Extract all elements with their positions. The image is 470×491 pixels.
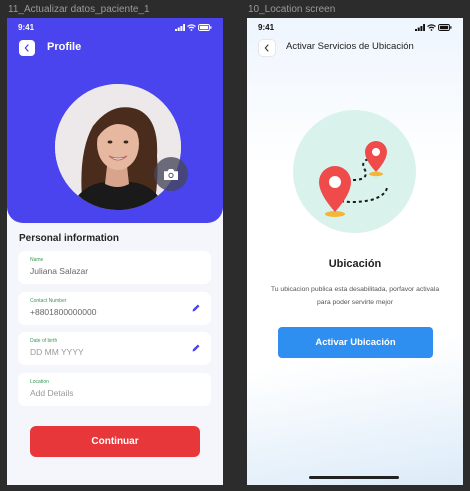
battery-icon — [438, 24, 452, 31]
status-time: 9:41 — [18, 23, 35, 32]
field-value: Juliana Salazar — [30, 266, 89, 276]
continue-button[interactable]: Continuar — [30, 426, 200, 457]
back-button[interactable] — [19, 40, 35, 56]
frame-label-right: 10_Location screen — [248, 4, 336, 15]
signal-icon — [175, 24, 185, 31]
avatar-photo — [55, 84, 181, 210]
field-label: Date of birth — [30, 338, 58, 344]
back-button[interactable] — [259, 40, 275, 56]
camera-icon — [164, 168, 178, 180]
profile-screen: 9:41 Profile Personal information Name J… — [7, 18, 223, 485]
location-description: Tu ubicacion publica esta desabilitada, … — [270, 286, 440, 306]
field-value: +8801800000000 — [30, 307, 97, 317]
home-indicator — [309, 476, 399, 479]
avatar — [55, 84, 181, 210]
contact-number-field[interactable]: Contact Number +8801800000000 — [18, 292, 211, 325]
section-title: Personal information — [19, 233, 120, 244]
wifi-icon — [187, 24, 196, 31]
field-placeholder: DD MM YYYY — [30, 347, 84, 357]
back-chevron-icon — [24, 44, 29, 52]
back-chevron-icon — [264, 44, 269, 52]
field-label: Location — [30, 379, 49, 385]
field-label: Name — [30, 257, 44, 263]
activate-location-button[interactable]: Activar Ubicación — [278, 327, 433, 358]
field-label: Contact Number — [30, 298, 67, 304]
wifi-icon — [427, 24, 436, 31]
pencil-icon[interactable] — [191, 343, 201, 353]
change-photo-button[interactable] — [154, 157, 188, 191]
page-title: Profile — [47, 41, 82, 53]
status-bar: 9:41 — [258, 23, 452, 33]
location-screen: 9:41 Activar Servicios de Ubicación Ubic… — [247, 18, 463, 485]
location-illustration — [293, 110, 416, 233]
name-field[interactable]: Name Juliana Salazar — [18, 251, 211, 284]
frame-label-left: 11_Actualizar datos_paciente_1 — [8, 4, 150, 15]
map-pin-icon — [319, 141, 388, 217]
signal-icon — [415, 24, 425, 31]
location-field[interactable]: Location Add Details — [18, 373, 211, 406]
profile-header: 9:41 Profile — [7, 18, 223, 223]
date-of-birth-field[interactable]: Date of birth DD MM YYYY — [18, 332, 211, 365]
status-bar: 9:41 — [18, 23, 212, 33]
status-time: 9:41 — [258, 23, 275, 32]
location-heading: Ubicación — [328, 258, 382, 270]
field-placeholder: Add Details — [30, 388, 74, 398]
pencil-icon[interactable] — [191, 303, 201, 313]
page-title: Activar Servicios de Ubicación — [286, 41, 414, 52]
battery-icon — [198, 24, 212, 31]
